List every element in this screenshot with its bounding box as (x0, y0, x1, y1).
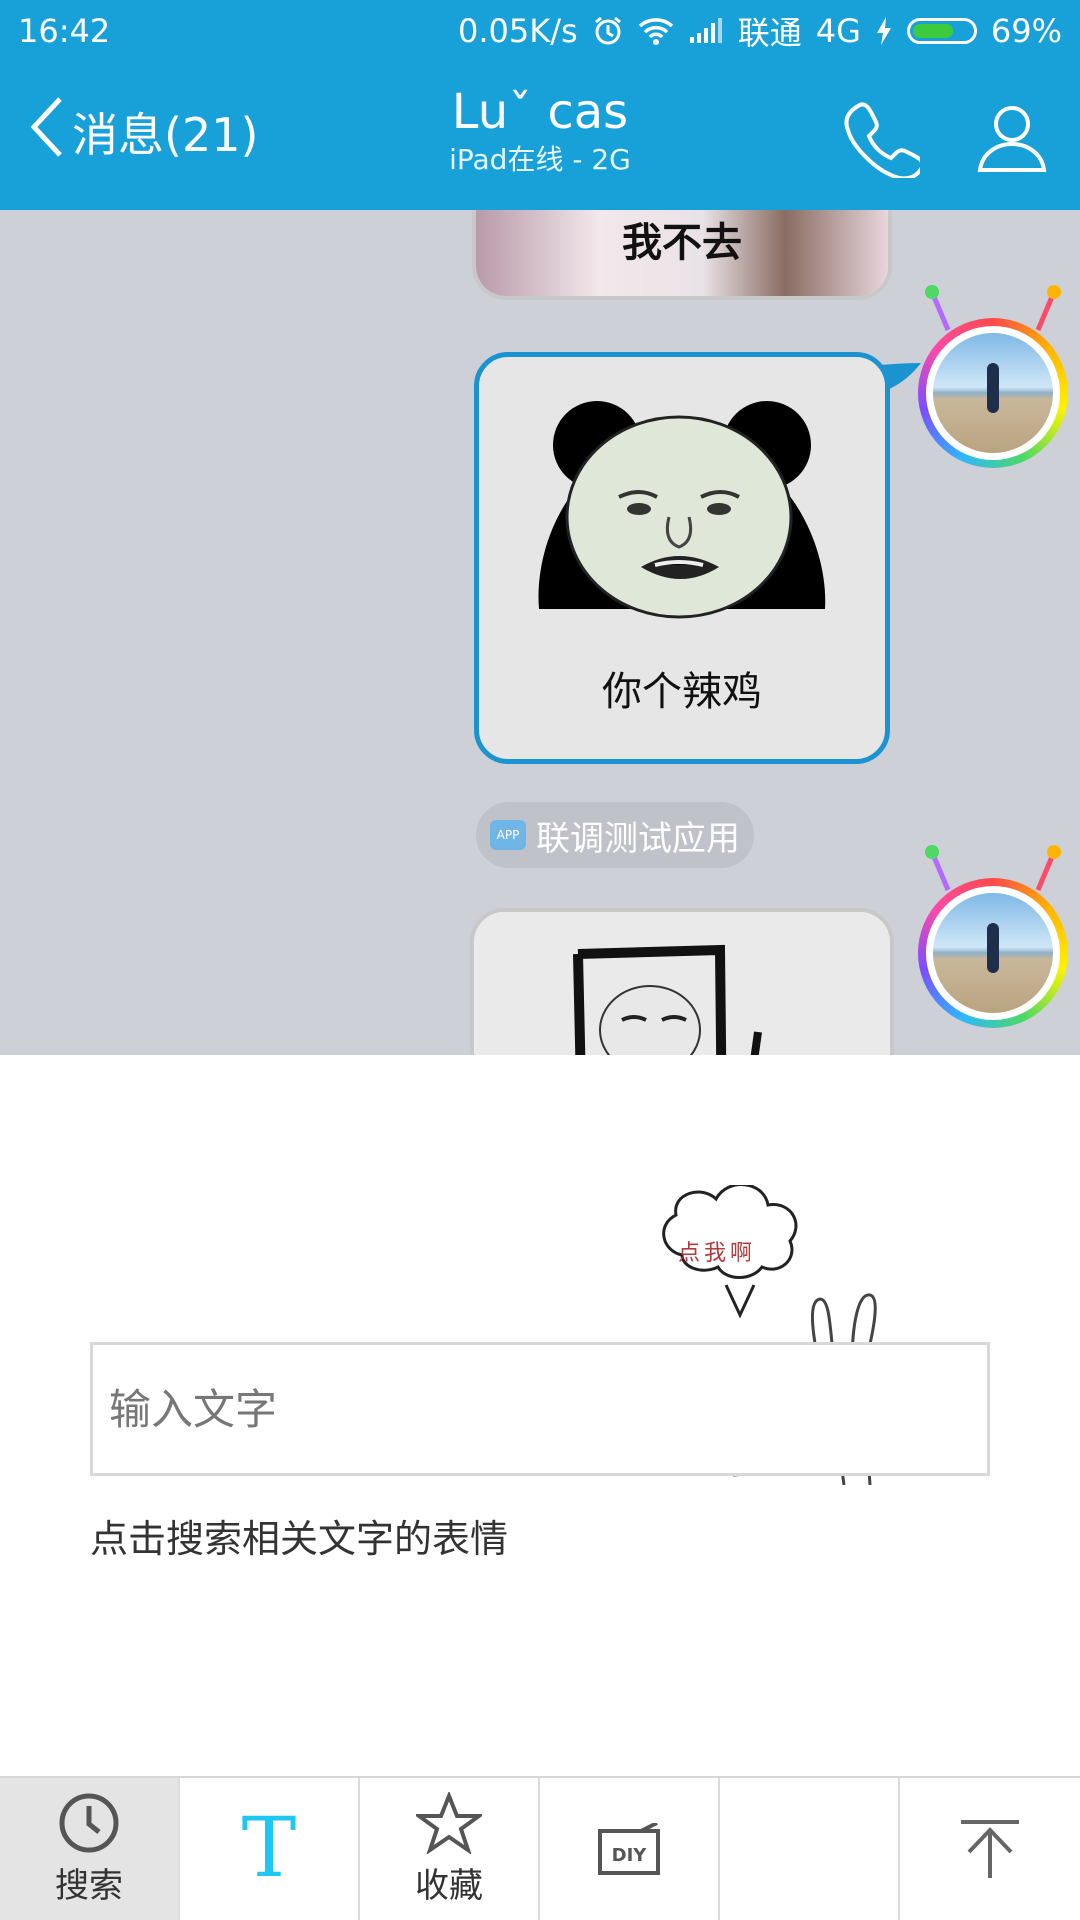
back-label: 消息(21) (72, 108, 259, 162)
battery-icon (906, 18, 977, 44)
signal-icon (688, 17, 724, 45)
user-avatar[interactable] (918, 285, 1068, 468)
sticker-tab-bar: 搜索 T 收藏 DIY (0, 1776, 1080, 1920)
tab-label: 收藏 (415, 1865, 483, 1906)
tab-collapse[interactable] (900, 1778, 1080, 1920)
contact-status: iPad在线 - 2G (449, 143, 631, 176)
sticker-search-box[interactable] (90, 1342, 990, 1476)
sticker-message[interactable]: 我不去 (472, 210, 892, 300)
carrier: 联通 (737, 14, 802, 52)
tab-diy[interactable]: DIY (540, 1778, 720, 1920)
sticker-search-input[interactable] (93, 1345, 987, 1473)
profile-icon (972, 106, 1052, 182)
tab-empty[interactable] (720, 1778, 900, 1920)
tab-search[interactable]: 搜索 (0, 1778, 180, 1920)
net-speed: 0.05K/s (458, 12, 578, 50)
sticker-caption: 你个辣鸡 (602, 669, 762, 715)
status-time: 16:42 (18, 12, 111, 50)
battery-percent: 69% (990, 12, 1062, 50)
diy-icon: DIY (597, 1823, 661, 1875)
clock-icon (58, 1792, 120, 1854)
search-hint: 点击搜索相关文字的表情 (90, 1517, 509, 1561)
contact-title[interactable]: Luˇ cas iPad在线 - 2G (390, 82, 690, 178)
back-chevron-icon (28, 95, 64, 170)
sticker-message[interactable] (470, 908, 894, 1055)
bubble-tail (888, 931, 890, 938)
back-button[interactable]: 消息(21) (28, 92, 258, 172)
avatar-frame-antenna-icon (925, 285, 1061, 331)
user-avatar[interactable] (918, 845, 1068, 1028)
battery-fill (912, 24, 953, 38)
tab-favorites[interactable]: 收藏 (360, 1778, 540, 1920)
collapse-up-icon (957, 1816, 1023, 1882)
status-right: 0.05K/s 联通 4G 69% (458, 8, 1062, 54)
profile-button[interactable] (972, 98, 1052, 178)
network-type: 4G (815, 12, 861, 50)
mascot-bubble-text: 点我啊 (678, 1241, 757, 1266)
phone-call-button[interactable] (840, 98, 925, 181)
chat-area[interactable]: 我不去 你个辣鸡 APP 联调测试应用 (0, 210, 1080, 1055)
alarm-icon (592, 15, 624, 47)
charging-icon (875, 16, 893, 46)
frame-sticker-image (573, 944, 762, 1055)
tab-text[interactable]: T (180, 1778, 360, 1920)
status-bar: 16:42 0.05K/s 联通 4G 69% (0, 0, 1080, 62)
sticker-message[interactable]: 你个辣鸡 (474, 352, 921, 764)
tab-label: 搜索 (55, 1865, 123, 1906)
panda-sticker-image (538, 401, 826, 619)
avatar-frame-antenna-icon (925, 845, 1061, 891)
svg-text:DIY: DIY (612, 1845, 648, 1866)
app-source-tag[interactable]: APP 联调测试应用 (476, 802, 754, 868)
phone-icon (840, 102, 925, 182)
bubble-tail (881, 363, 921, 389)
app-tag-label: 联调测试应用 (536, 818, 740, 859)
star-icon (416, 1791, 482, 1854)
sticker-caption: 我不去 (622, 220, 742, 266)
chat-header: 消息(21) Luˇ cas iPad在线 - 2G (0, 62, 1080, 210)
app-icon: APP (490, 820, 526, 850)
text-t-icon: T (241, 1801, 297, 1896)
contact-name: Luˇ cas (451, 84, 629, 140)
wifi-icon (638, 16, 674, 46)
